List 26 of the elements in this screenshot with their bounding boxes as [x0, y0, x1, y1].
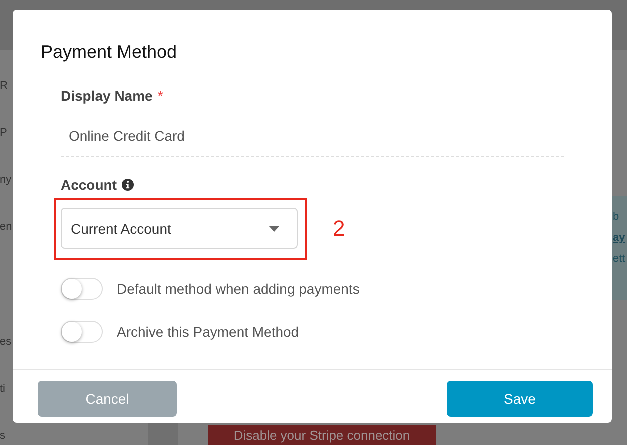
sidebar-item[interactable]: es — [0, 334, 12, 350]
annotation-number: 2 — [333, 216, 346, 242]
field-label: Display Name — [61, 88, 153, 104]
toggle-switch[interactable] — [61, 278, 103, 300]
account-select[interactable]: Current Account — [61, 208, 298, 249]
field-label: Account — [61, 177, 117, 193]
sidebar-item[interactable]: ti — [0, 381, 6, 397]
save-button[interactable]: Save — [447, 381, 593, 417]
required-mark: * — [158, 88, 164, 104]
sidebar-item[interactable]: s — [0, 428, 6, 444]
sidebar-item[interactable]: R — [0, 78, 8, 94]
input-field[interactable]: Online Credit Card — [61, 120, 564, 157]
sidebar-item[interactable]: en — [0, 219, 12, 235]
dialog-title: Payment Method — [40, 41, 178, 62]
disable-stripe-button[interactable]: Disable your Stripe connection — [208, 425, 436, 445]
notice-link[interactable]: ay — [613, 231, 626, 246]
toggle-label: Default method when adding payments — [117, 281, 360, 297]
sidebar-item[interactable]: P — [0, 125, 8, 141]
toggle-switch[interactable] — [61, 321, 103, 343]
notice-text: ett — [613, 252, 626, 267]
caret-icon — [269, 226, 280, 232]
notice-text: b — [613, 210, 620, 225]
info-icon[interactable] — [122, 179, 134, 191]
cancel-button[interactable]: Cancel — [38, 381, 177, 417]
toggle-label: Archive this Payment Method — [117, 324, 300, 340]
sidebar-item[interactable]: ny — [0, 172, 12, 188]
